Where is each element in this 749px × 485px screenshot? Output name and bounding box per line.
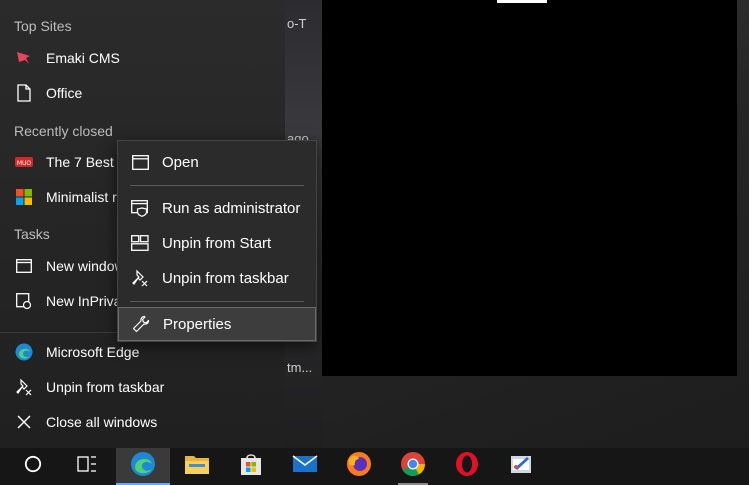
menu-item-label: Unpin from Start [162,234,272,252]
jump-list-item-close-all-windows[interactable]: Close all windows [0,405,285,439]
background-window-text: o-T [287,16,307,31]
paint-icon [509,452,533,481]
menu-item-label: Unpin from taskbar [162,269,289,287]
document-icon [14,83,34,103]
chrome-icon [400,451,426,482]
unpin-icon [14,377,34,397]
menu-item-run-as-administrator[interactable]: Run as administrator [118,191,316,225]
jump-list-item-label: New InPrivat [46,293,126,309]
taskbar-cortana-button[interactable] [6,448,60,485]
taskbar-file-explorer-button[interactable] [170,448,224,485]
menu-separator [130,185,304,186]
menu-item-label: Run as administrator [162,199,301,217]
menu-item-label: Open [162,153,199,171]
background-window-text: tm... [287,360,313,375]
jump-list-item-office[interactable]: Office [0,76,285,110]
menu-item-unpin-from-start[interactable]: Unpin from Start [118,226,316,260]
jump-list-item-label: New window [46,258,125,274]
window-icon [130,152,150,172]
wrench-icon [131,314,151,334]
edge-icon [130,451,156,482]
muo-icon: MUO [14,152,34,172]
cortana-icon [24,455,42,478]
jump-list-item-label: Microsoft Edge [46,344,140,360]
mail-icon [292,454,318,479]
taskbar [0,448,749,485]
black-app-window[interactable] [322,0,737,376]
inprivate-icon [14,291,34,311]
taskbar-paint-button[interactable] [494,448,548,485]
close-icon [14,412,34,432]
menu-item-open[interactable]: Open [118,145,316,179]
opera-icon [454,451,480,482]
window-icon [14,256,34,276]
context-menu: Open Run as administrator Unpin from Sta… [117,140,317,342]
jump-list-item-label: Emaki CMS [46,50,120,66]
taskbar-edge-button[interactable] [116,448,170,485]
jump-list-item-emaki-cms[interactable]: Emaki CMS [0,41,285,75]
menu-separator [130,301,304,302]
menu-item-label: Properties [163,315,232,333]
taskbar-opera-button[interactable] [440,448,494,485]
menu-item-unpin-from-taskbar[interactable]: Unpin from taskbar [118,261,316,295]
jump-list-item-label: Close all windows [46,414,158,430]
svg-text:MUO: MUO [17,160,32,167]
microsoft-icon [14,187,34,207]
recently-closed-header: Recently closed [14,123,113,139]
file-explorer-icon [184,453,210,480]
jump-list-item-label: Minimalist r [46,189,117,205]
shield-window-icon [130,198,150,218]
emaki-cms-icon [14,48,34,68]
jump-list-item-label: Unpin from taskbar [46,379,165,395]
jump-list-item-label: The 7 Best S [46,154,127,170]
unpin-start-icon [130,233,150,253]
top-sites-header: Top Sites [14,18,72,34]
microsoft-store-icon [239,452,263,481]
unpin-taskbar-icon [130,268,150,288]
taskbar-firefox-button[interactable] [332,448,386,485]
taskbar-chrome-button[interactable] [386,448,440,485]
menu-item-properties[interactable]: Properties [118,307,316,341]
taskbar-mail-button[interactable] [278,448,332,485]
jump-list-item-unpin-taskbar[interactable]: Unpin from taskbar [0,370,285,404]
tasks-header: Tasks [14,226,50,242]
firefox-icon [346,451,372,482]
jump-list-item-label: Office [46,85,83,101]
task-view-icon [77,455,97,478]
taskbar-microsoft-store-button[interactable] [224,448,278,485]
window-top-indicator [497,0,547,3]
taskbar-task-view-button[interactable] [60,448,114,485]
edge-icon [14,342,34,362]
